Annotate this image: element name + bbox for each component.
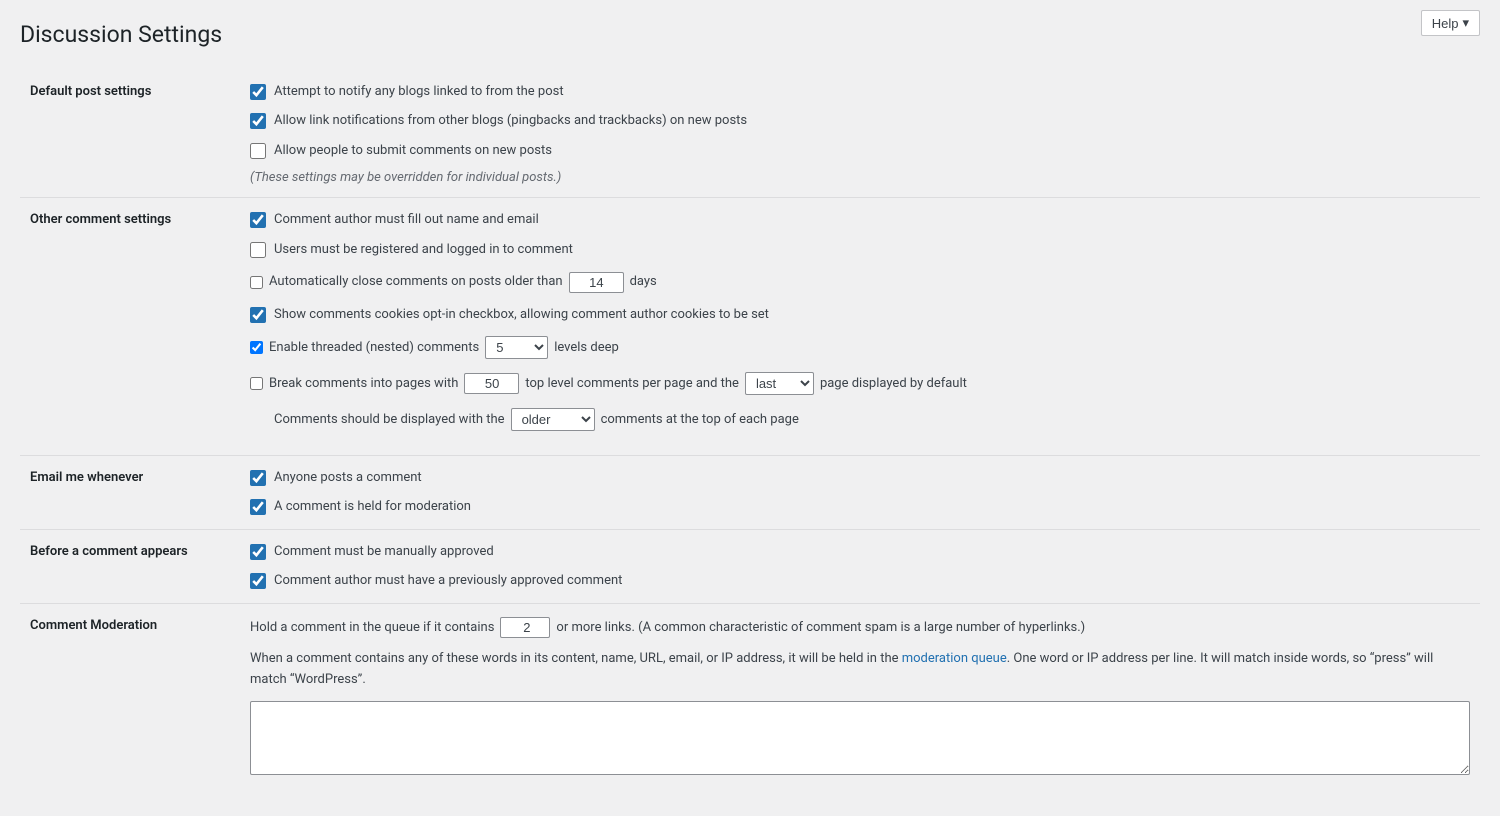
break-comments-before-label[interactable]: Break comments into pages with — [269, 371, 458, 397]
display-order-row: Comments should be displayed with the ol… — [274, 407, 1470, 433]
threaded-after-label: levels deep — [554, 335, 619, 361]
hold-comment-after-label: or more links. (A common characteristic … — [556, 616, 1085, 639]
registered-logged-in-label[interactable]: Users must be registered and logged in t… — [274, 240, 573, 260]
auto-close-checkbox[interactable] — [250, 276, 263, 289]
auto-close-days-input[interactable] — [569, 272, 624, 293]
help-chevron-icon: ▾ — [1462, 15, 1469, 31]
default-post-settings-content: Attempt to notify any blogs linked to fr… — [240, 70, 1480, 198]
author-fill-out-label[interactable]: Comment author must fill out name and em… — [274, 210, 539, 230]
default-post-settings-label: Default post settings — [20, 70, 240, 198]
break-comments-checkbox[interactable] — [250, 377, 263, 390]
checkbox-attempt-notify: Attempt to notify any blogs linked to fr… — [250, 82, 1470, 102]
anyone-posts-label[interactable]: Anyone posts a comment — [274, 468, 422, 488]
allow-comments-label[interactable]: Allow people to submit comments on new p… — [274, 141, 552, 161]
anyone-posts-checkbox[interactable] — [250, 470, 266, 486]
before-comment-appears-row: Before a comment appears Comment must be… — [20, 529, 1480, 603]
comment-moderation-label: Comment Moderation — [20, 603, 240, 786]
page-wrapper: Help ▾ Discussion Settings Default post … — [0, 0, 1500, 807]
checkbox-manually-approved: Comment must be manually approved — [250, 542, 1470, 562]
default-post-settings-row: Default post settings Attempt to notify … — [20, 70, 1480, 198]
checkbox-held-for-moderation: A comment is held for moderation — [250, 497, 1470, 517]
settings-table: Default post settings Attempt to notify … — [20, 70, 1480, 787]
auto-close-after-label: days — [630, 269, 657, 295]
page-title: Discussion Settings — [20, 20, 1480, 50]
manually-approved-label[interactable]: Comment must be manually approved — [274, 542, 494, 562]
allow-link-notify-label[interactable]: Allow link notifications from other blog… — [274, 111, 747, 131]
page-order-select[interactable]: first last — [745, 372, 814, 395]
break-comments-after-label: page displayed by default — [820, 371, 967, 397]
email-me-whenever-label: Email me whenever — [20, 455, 240, 529]
hold-links-input[interactable] — [500, 617, 550, 638]
registered-logged-in-checkbox[interactable] — [250, 242, 266, 258]
checkbox-registered-logged-in: Users must be registered and logged in t… — [250, 240, 1470, 260]
email-me-whenever-row: Email me whenever Anyone posts a comment… — [20, 455, 1480, 529]
other-comment-settings-row: Other comment settings Comment author mu… — [20, 198, 1480, 456]
display-order-select[interactable]: older newer — [511, 408, 595, 431]
checkbox-previously-approved: Comment author must have a previously ap… — [250, 571, 1470, 591]
threaded-checkbox[interactable] — [250, 341, 263, 354]
other-comment-settings-label: Other comment settings — [20, 198, 240, 456]
email-me-whenever-content: Anyone posts a comment A comment is held… — [240, 455, 1480, 529]
comment-moderation-content: Hold a comment in the queue if it contai… — [240, 603, 1480, 786]
checkbox-cookies: Show comments cookies opt-in checkbox, a… — [250, 305, 1470, 325]
allow-comments-checkbox[interactable] — [250, 143, 266, 159]
hold-comment-row: Hold a comment in the queue if it contai… — [250, 616, 1470, 639]
threaded-before-label[interactable]: Enable threaded (nested) comments — [269, 335, 479, 361]
checkbox-allow-link-notify: Allow link notifications from other blog… — [250, 111, 1470, 131]
checkbox-allow-comments: Allow people to submit comments on new p… — [250, 141, 1470, 161]
default-post-settings-note: (These settings may be overridden for in… — [250, 170, 1470, 185]
help-label: Help — [1432, 16, 1459, 31]
break-comments-row: Break comments into pages with top level… — [250, 371, 1470, 397]
manually-approved-checkbox[interactable] — [250, 544, 266, 560]
attempt-notify-checkbox[interactable] — [250, 84, 266, 100]
previously-approved-checkbox[interactable] — [250, 573, 266, 589]
comment-moderation-row: Comment Moderation Hold a comment in the… — [20, 603, 1480, 786]
before-comment-appears-content: Comment must be manually approved Commen… — [240, 529, 1480, 603]
checkbox-author-fill-out: Comment author must fill out name and em… — [250, 210, 1470, 230]
checkbox-anyone-posts: Anyone posts a comment — [250, 468, 1470, 488]
moderation-desc-before: When a comment contains any of these wor… — [250, 651, 902, 666]
before-comment-appears-label: Before a comment appears — [20, 529, 240, 603]
held-for-moderation-checkbox[interactable] — [250, 499, 266, 515]
allow-link-notify-checkbox[interactable] — [250, 113, 266, 129]
author-fill-out-checkbox[interactable] — [250, 212, 266, 228]
attempt-notify-label[interactable]: Attempt to notify any blogs linked to fr… — [274, 82, 564, 102]
hold-comment-before-label: Hold a comment in the queue if it contai… — [250, 616, 494, 639]
threaded-levels-select[interactable]: 1 2 3 4 5 6 7 8 9 10 — [485, 336, 548, 359]
other-comment-settings-content: Comment author must fill out name and em… — [240, 198, 1480, 456]
moderation-queue-link[interactable]: moderation queue — [902, 651, 1007, 666]
cookies-checkbox[interactable] — [250, 307, 266, 323]
break-comments-mid-label: top level comments per page and the — [525, 371, 739, 397]
auto-close-before-label[interactable]: Automatically close comments on posts ol… — [269, 269, 563, 295]
help-button[interactable]: Help ▾ — [1421, 10, 1480, 36]
moderation-desc: When a comment contains any of these wor… — [250, 649, 1470, 691]
held-for-moderation-label[interactable]: A comment is held for moderation — [274, 497, 471, 517]
display-order-before-label: Comments should be displayed with the — [274, 407, 505, 433]
moderation-words-textarea[interactable] — [250, 701, 1470, 775]
break-comments-per-page-input[interactable] — [464, 373, 519, 394]
threaded-row: Enable threaded (nested) comments 1 2 3 … — [250, 335, 1470, 361]
cookies-label[interactable]: Show comments cookies opt-in checkbox, a… — [274, 305, 769, 325]
previously-approved-label[interactable]: Comment author must have a previously ap… — [274, 571, 622, 591]
auto-close-row: Automatically close comments on posts ol… — [250, 269, 1470, 295]
display-order-after-label: comments at the top of each page — [601, 407, 799, 433]
